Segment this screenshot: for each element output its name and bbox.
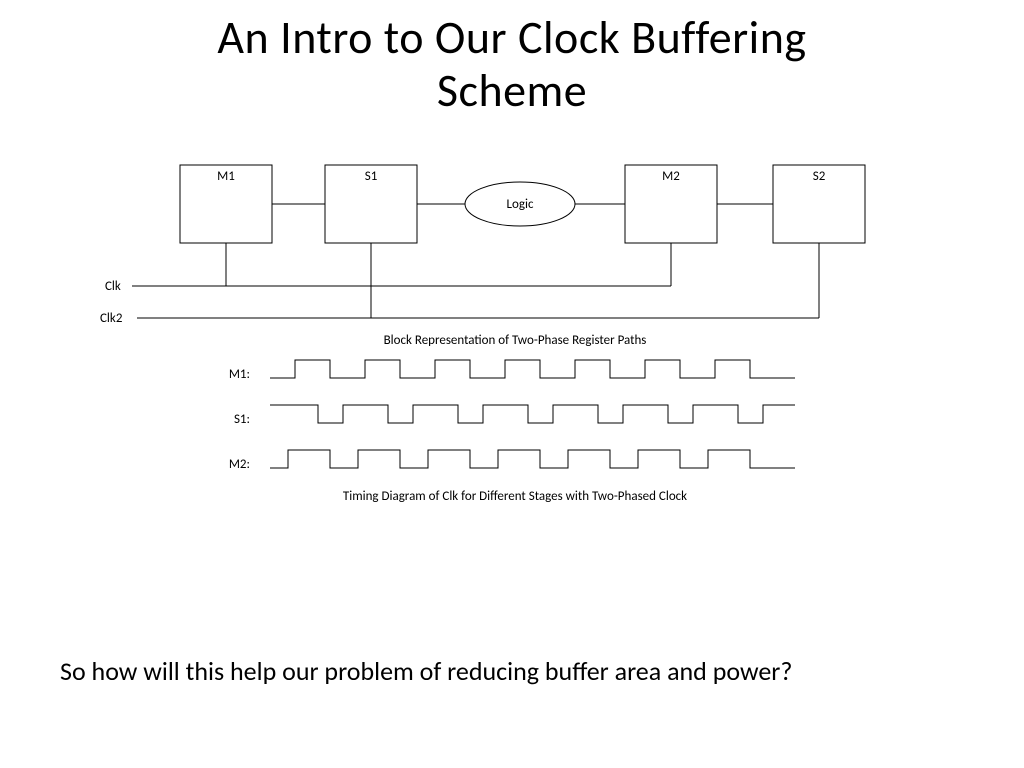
wave-m1 (270, 360, 795, 378)
wave-m2-label: M2: (229, 457, 250, 472)
title-line-1: An Intro to Our Clock Buffering (217, 10, 806, 66)
clk2-label: Clk2 (100, 311, 123, 326)
wave-s1-label: S1: (234, 412, 250, 427)
diagram: M1 S1 Logic M2 S2 Clk (100, 160, 930, 560)
title-line-2: Scheme (437, 63, 587, 119)
block-logic-label: Logic (507, 197, 534, 212)
wave-m1-label: M1: (229, 367, 250, 382)
slide-title: An Intro to Our Clock Buffering Scheme (0, 12, 1024, 118)
block-m2-label: M2 (662, 169, 680, 184)
caption-timing: Timing Diagram of Clk for Different Stag… (343, 489, 687, 504)
footer-question: So how will this help our problem of red… (60, 655, 792, 687)
wave-m2 (270, 450, 795, 468)
block-s1-label: S1 (365, 169, 378, 184)
caption-blocks: Block Representation of Two-Phase Regist… (384, 333, 647, 348)
block-s2-label: S2 (813, 169, 826, 184)
slide: An Intro to Our Clock Buffering Scheme M… (0, 0, 1024, 768)
block-m1-label: M1 (217, 169, 235, 184)
clk-label: Clk (105, 279, 121, 294)
wave-s1 (270, 405, 795, 423)
